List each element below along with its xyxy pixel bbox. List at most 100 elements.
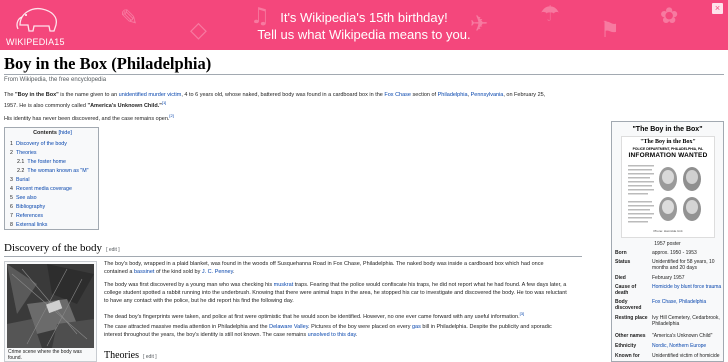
intro-text: 1957. He is also commonly called	[4, 102, 88, 109]
link-fox-chase[interactable]: Fox Chase	[384, 92, 411, 98]
paragraph-text: bill in Philadelphia. Despite the public…	[420, 324, 552, 330]
toc-number: 1	[10, 141, 13, 147]
toc-item[interactable]: 5 See also	[10, 195, 37, 201]
toc-title: Contents [hide]	[5, 130, 100, 136]
infobox-title: "The Boy in the Box"	[632, 126, 703, 133]
intro-text: , 4 to 6 years old, whose naked, battere…	[181, 92, 385, 98]
section-title: Discovery of the body	[4, 242, 103, 254]
page-title: Boy in the Box (Philadelphia)	[4, 54, 212, 73]
toc-item[interactable]: 7 References	[10, 213, 43, 219]
paragraph-line: interest throughout the years, the boy's…	[104, 331, 584, 339]
reference-2[interactable]: [2]	[169, 113, 173, 118]
toc-item[interactable]: 6 Bibliography	[10, 204, 45, 210]
row-label: Status	[615, 259, 631, 265]
toc-number: 2.2	[17, 168, 25, 174]
link-unsolved[interactable]: unsolved to this day	[308, 332, 356, 338]
crime-scene-image[interactable]	[7, 264, 94, 348]
fundraising-banner[interactable]: ✎ ◇ ♫ ✈ ☂ ⚑ ✿ WIKIPEDIA15 It's Wikipedia…	[0, 0, 728, 50]
link-jc-penney[interactable]: J. C. Penney	[202, 269, 233, 275]
section-heading-discovery: Discovery of the body[ edit ]	[4, 242, 120, 254]
toc-number: 4	[10, 186, 13, 192]
reference-3[interactable]: [3]	[520, 311, 524, 316]
poster-title: "The Boy in the Box"	[640, 139, 696, 145]
table-of-contents: Contents [hide] 1 Discovery of the body 2…	[4, 127, 99, 230]
paragraph-line: The dead boy's fingerprints were taken, …	[104, 310, 584, 321]
crime-scene-thumbnail[interactable]: Crime scene where the body was found.	[4, 261, 97, 362]
toc-label[interactable]: The foster home	[27, 159, 66, 165]
intro-text: is the name given to an	[58, 92, 119, 98]
intro-text: The	[4, 92, 16, 98]
title-divider	[4, 74, 724, 75]
toc-item[interactable]: 2.1 The foster home	[17, 159, 66, 165]
toc-label[interactable]: References	[16, 213, 43, 219]
poster-department: POLICE DEPARTMENT, PHILADELPHIA, PA.	[632, 147, 704, 151]
paragraph-text: .	[232, 269, 235, 275]
link-delaware-valley[interactable]: Delaware Valley	[269, 324, 308, 330]
toc-number: 3	[10, 177, 13, 183]
section-divider	[4, 256, 582, 257]
toc-label[interactable]: Bibliography	[16, 204, 45, 210]
link-pennsylvania[interactable]: Pennsylvania	[471, 92, 504, 98]
toc-item[interactable]: 2 Theories	[10, 150, 37, 156]
row-label: Body discovered	[615, 299, 642, 311]
subject-bold: "Boy in the Box"	[15, 92, 59, 98]
link-philadelphia[interactable]: Philadelphia	[438, 92, 468, 98]
intro-text: His identity has never been discovered, …	[4, 115, 170, 122]
toc-item[interactable]: 1 Discovery of the body	[10, 141, 67, 147]
row-label: Born	[615, 250, 627, 256]
row-label: Cause of death	[615, 284, 637, 296]
row-value: February 1957	[652, 275, 685, 281]
toc-label[interactable]: External links	[16, 222, 48, 228]
row-label: Other names	[615, 333, 646, 339]
poster-photos	[626, 161, 710, 227]
row-label: Ethnicity	[615, 343, 637, 349]
edit-section-link[interactable]: [ edit ]	[106, 247, 120, 253]
link-bassinet[interactable]: bassinet	[134, 269, 155, 275]
toc-label[interactable]: Discovery of the body	[16, 141, 67, 147]
toc-number: 5	[10, 195, 13, 201]
paragraph-text: . Pictures of the boy were placed on eve…	[308, 324, 412, 330]
tagline: From Wikipedia, the free encyclopedia	[4, 77, 107, 83]
toc-number: 2	[10, 150, 13, 156]
toc-heading: Contents	[33, 130, 57, 136]
row-value-link[interactable]: Homicide by blunt force trauma	[652, 284, 722, 290]
toc-label[interactable]: See also	[16, 195, 37, 201]
toc-number: 8	[10, 222, 13, 228]
toc-label[interactable]: Theories	[16, 150, 37, 156]
close-icon[interactable]: ×	[712, 3, 723, 14]
row-value-link[interactable]: Nordic, Northern Europe	[652, 343, 722, 349]
banner-headline[interactable]: It's Wikipedia's 15th birthday!	[0, 10, 728, 25]
poster-headline: INFORMATION WANTED	[628, 152, 708, 159]
row-label: Known for	[615, 353, 640, 359]
reference-1[interactable]: [1]	[162, 100, 166, 105]
infobox: "The Boy in the Box" "The Boy in the Box…	[611, 121, 724, 362]
poster-image[interactable]: "The Boy in the Box" POLICE DEPARTMENT, …	[621, 136, 715, 238]
row-value: Unidentified victim of homicide	[652, 353, 720, 359]
row-value-link[interactable]: Fox Chase, Philadelphia	[652, 299, 722, 305]
toc-item[interactable]: 4 Recent media coverage	[10, 186, 72, 192]
link-unidentified-murder-victim[interactable]: unidentified murder victim	[119, 92, 182, 98]
toc-hide-link[interactable]: [hide]	[58, 130, 71, 136]
link-muskrat[interactable]: muskrat	[274, 282, 294, 288]
toc-item[interactable]: 3 Burial	[10, 177, 30, 183]
toc-label[interactable]: The woman known as "M"	[27, 168, 88, 174]
toc-label[interactable]: Burial	[16, 177, 30, 183]
row-value: Ivy Hill Cemetery, Cedarbrook, Philadelp…	[652, 315, 720, 327]
toc-number: 6	[10, 204, 13, 210]
edit-section-link[interactable]: [ edit ]	[143, 354, 157, 360]
toc-item[interactable]: 8 External links	[10, 222, 47, 228]
paragraph-text: of the kind sold by	[154, 269, 202, 275]
intro-text: , on February 25,	[503, 92, 546, 98]
link-gas[interactable]: gas	[412, 324, 421, 330]
row-label: Resting place	[615, 315, 648, 321]
toc-item[interactable]: 2.2 The woman known as "M"	[17, 168, 89, 174]
banner-subheadline[interactable]: Tell us what Wikipedia means to you.	[0, 27, 728, 42]
intro-text: section of	[410, 92, 438, 98]
row-label: Died	[615, 275, 626, 281]
intro-paragraph-line2: 1957. He is also commonly called "Americ…	[4, 99, 604, 110]
row-value: "America's Unknown Child"	[652, 333, 713, 339]
toc-label[interactable]: Recent media coverage	[16, 186, 72, 192]
paragraph-text: .	[355, 332, 358, 338]
paragraph-text: traps. Fearing that the police would con…	[293, 282, 567, 288]
intro-paragraph-2: His identity has never been discovered, …	[4, 112, 604, 123]
